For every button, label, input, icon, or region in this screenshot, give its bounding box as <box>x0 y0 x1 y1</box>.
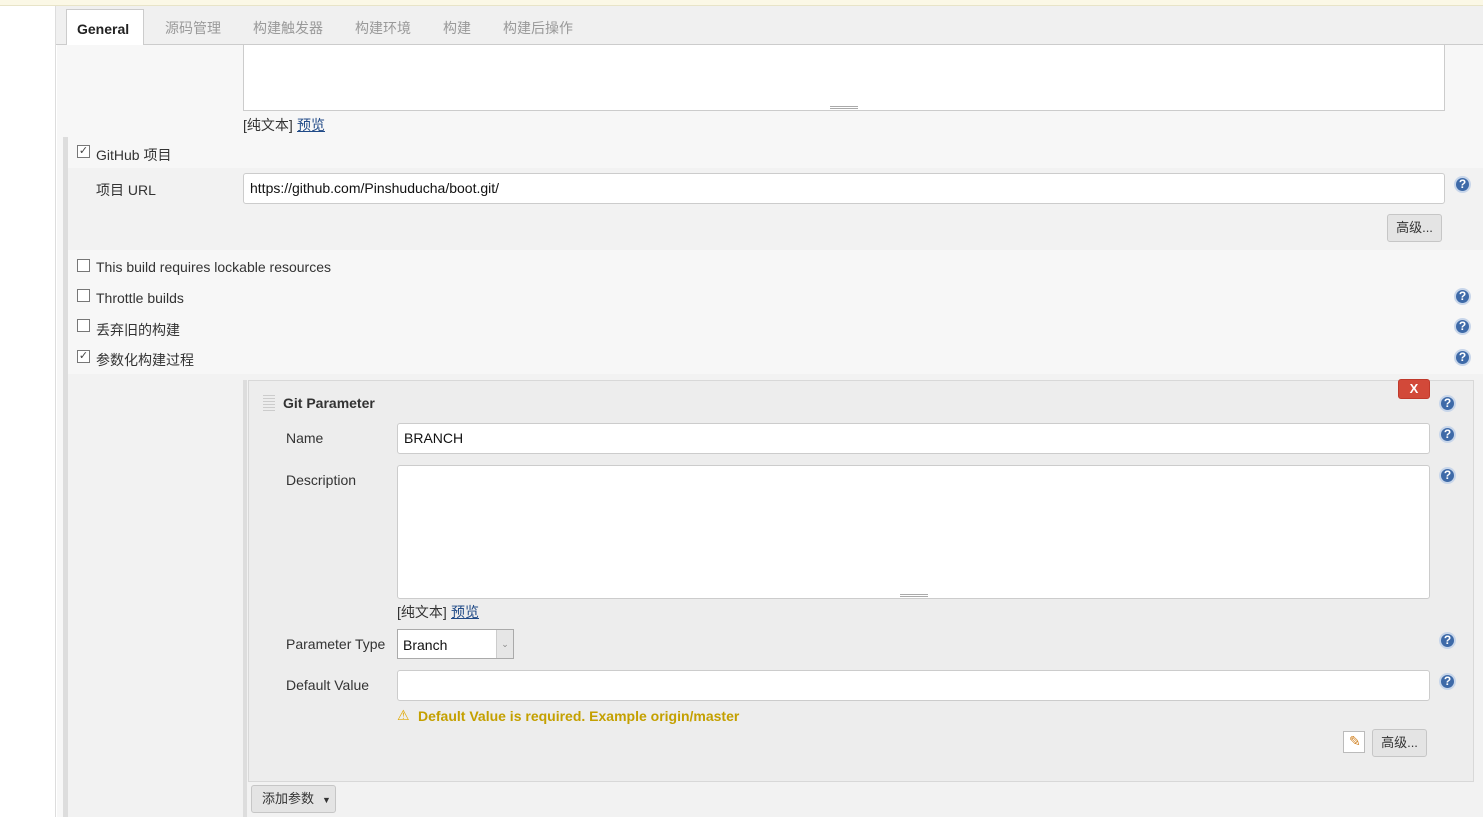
project-url-label: 项目 URL <box>96 182 156 198</box>
help-icon[interactable]: ? <box>1454 176 1471 193</box>
tab-general[interactable]: General <box>66 9 144 46</box>
tab-build[interactable]: 构建 <box>443 18 471 38</box>
help-icon[interactable]: ? <box>1439 395 1456 412</box>
help-icon[interactable]: ? <box>1439 426 1456 443</box>
discard-old-checkbox[interactable] <box>77 319 90 332</box>
tab-triggers[interactable]: 构建触发器 <box>253 18 323 38</box>
help-icon[interactable]: ? <box>1439 467 1456 484</box>
add-parameter-label: 添加参数 <box>262 791 315 806</box>
tab-environment[interactable]: 构建环境 <box>355 18 411 38</box>
project-url-input[interactable]: https://github.com/Pinshuducha/boot.git/ <box>243 173 1445 204</box>
git-param-advanced-button[interactable]: 高级... <box>1372 729 1427 757</box>
plain-text-label: [纯文本] <box>243 117 293 133</box>
parameter-type-label: Parameter Type <box>286 636 386 652</box>
notepad-icon[interactable]: ✎ <box>1343 731 1365 753</box>
discard-old-label: 丢弃旧的构建 <box>96 322 180 338</box>
delete-button[interactable]: X <box>1398 379 1430 399</box>
tab-scm[interactable]: 源码管理 <box>165 18 221 38</box>
default-value-label: Default Value <box>286 677 370 693</box>
help-icon[interactable]: ? <box>1439 632 1456 649</box>
github-checkbox[interactable]: ✓ <box>77 145 90 158</box>
parameter-type-select[interactable]: Branch ⌄ <box>397 629 514 659</box>
parameterized-checkbox[interactable]: ✓ <box>77 350 90 363</box>
default-value-warning: Default Value is required. Example origi… <box>418 708 740 724</box>
help-icon[interactable]: ? <box>1439 673 1456 690</box>
git-parameter-title: Git Parameter <box>283 395 375 411</box>
parameters-indent-bar <box>243 380 247 817</box>
caret-down-icon: ▼ <box>322 795 331 805</box>
help-icon[interactable]: ? <box>1454 318 1471 335</box>
description-textarea[interactable] <box>243 45 1445 111</box>
parameterized-label: 参数化构建过程 <box>96 352 194 368</box>
left-pane <box>0 6 56 817</box>
preview-link[interactable]: 预览 <box>297 115 325 135</box>
resize-handle[interactable] <box>830 106 858 109</box>
tab-post-build[interactable]: 构建后操作 <box>503 18 573 38</box>
add-parameter-button[interactable]: 添加参数 ▼ <box>251 785 336 813</box>
help-icon[interactable]: ? <box>1454 349 1471 366</box>
name-input[interactable]: BRANCH <box>397 423 1430 454</box>
plain-text-label: [纯文本] <box>397 604 447 620</box>
name-label: Name <box>286 430 324 446</box>
description-input[interactable] <box>397 465 1430 599</box>
warning-icon: ⚠ <box>397 707 410 723</box>
description-label: Description <box>286 472 357 488</box>
throttle-label: Throttle builds <box>96 290 184 306</box>
github-advanced-button[interactable]: 高级... <box>1387 214 1442 242</box>
parameter-type-value: Branch <box>403 637 448 653</box>
tab-bar: General 源码管理 构建触发器 构建环境 构建 构建后操作 <box>56 6 1483 46</box>
drag-handle-icon[interactable] <box>263 395 275 411</box>
github-label: GitHub 项目 <box>96 147 172 163</box>
resize-handle[interactable] <box>900 594 928 597</box>
default-value-input[interactable] <box>397 670 1430 701</box>
preview-link[interactable]: 预览 <box>451 602 479 622</box>
lockable-label: This build requires lockable resources <box>96 259 331 275</box>
chevron-down-icon: ⌄ <box>496 630 513 658</box>
github-row <box>68 137 1483 168</box>
throttle-checkbox[interactable] <box>77 289 90 302</box>
help-icon[interactable]: ? <box>1454 288 1471 305</box>
lockable-checkbox[interactable] <box>77 259 90 272</box>
